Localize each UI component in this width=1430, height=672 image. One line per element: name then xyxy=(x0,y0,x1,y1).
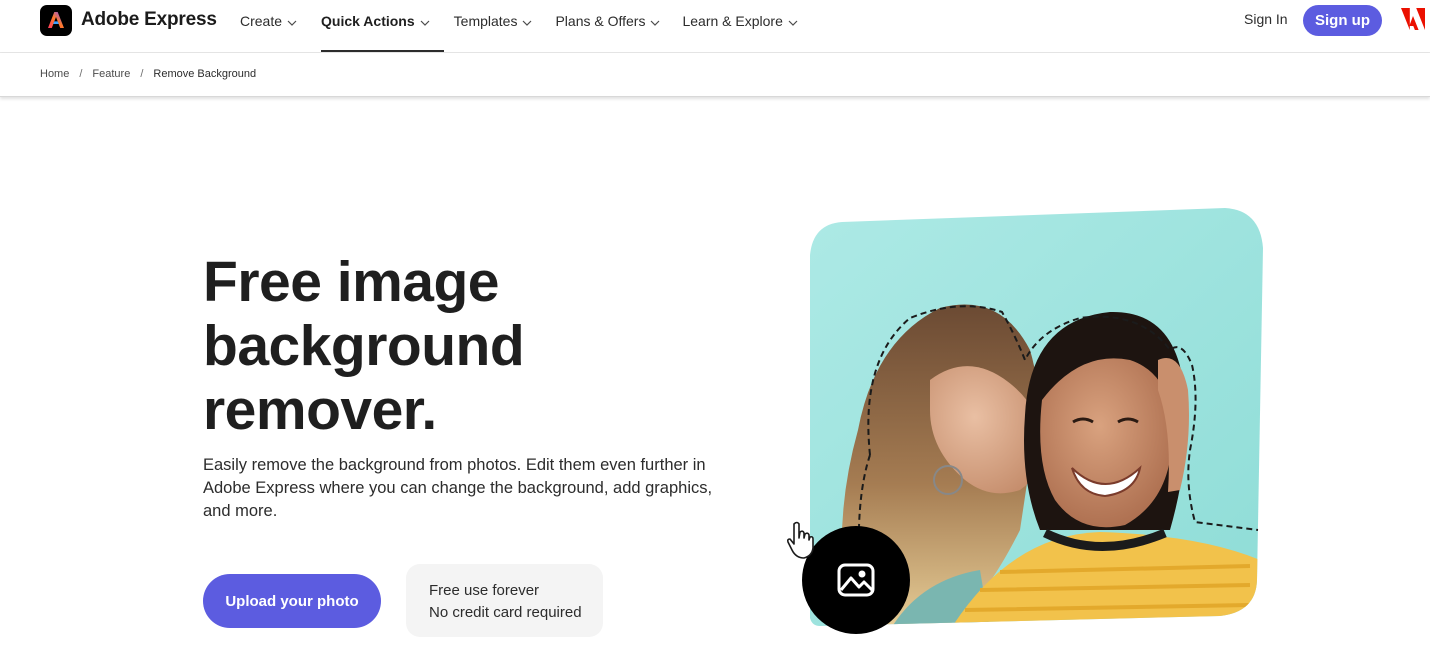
breadcrumb-separator: / xyxy=(140,68,144,80)
breadcrumb-home[interactable]: Home xyxy=(40,68,69,80)
brand[interactable]: Adobe Express xyxy=(40,4,217,36)
breadcrumb-current: Remove Background xyxy=(153,68,257,80)
chevron-down-icon xyxy=(287,13,297,29)
nav-item-learn-explore[interactable]: Learn & Explore xyxy=(682,0,798,41)
nav-item-label: Plans & Offers xyxy=(555,12,646,29)
image-icon xyxy=(837,563,875,597)
perks-box: Free use forever No credit card required xyxy=(406,564,603,637)
breadcrumb-separator: / xyxy=(79,68,83,80)
adobe-logo-icon[interactable] xyxy=(1401,8,1425,30)
upload-photo-button[interactable]: Upload your photo xyxy=(203,574,381,628)
adobe-express-logo-icon xyxy=(40,4,72,36)
top-nav: Adobe Express Create Quick Actions Templ… xyxy=(0,0,1430,53)
nav-item-quick-actions[interactable]: Quick Actions xyxy=(321,0,444,52)
breadcrumb-feature[interactable]: Feature xyxy=(92,68,130,80)
nav-item-label: Quick Actions xyxy=(321,12,415,29)
chevron-down-icon xyxy=(522,13,532,29)
hero-description: Easily remove the background from photos… xyxy=(203,456,713,520)
nav-item-label: Create xyxy=(240,12,283,29)
main-nav: Create Quick Actions Templates Plans & O… xyxy=(240,0,798,52)
hero-title-line: background xyxy=(203,314,525,378)
hand-cursor-icon xyxy=(786,520,818,560)
nav-item-templates[interactable]: Templates xyxy=(454,0,533,41)
breadcrumb-bar: Home / Feature / Remove Background xyxy=(0,53,1430,97)
breadcrumb: Home / Feature / Remove Background xyxy=(40,68,256,80)
hero-title-line: remover. xyxy=(203,378,437,442)
chevron-down-icon xyxy=(650,13,660,29)
nav-item-plans-offers[interactable]: Plans & Offers xyxy=(555,0,660,41)
chevron-down-icon xyxy=(788,13,798,29)
hero-title: Free image background remover. xyxy=(203,250,643,442)
brand-name: Adobe Express xyxy=(81,9,217,30)
hero-title-line: Free image xyxy=(203,250,499,314)
nav-item-label: Learn & Explore xyxy=(682,12,783,29)
sign-in-link[interactable]: Sign In xyxy=(1244,11,1288,27)
perk-item: No credit card required xyxy=(429,604,582,621)
nav-item-create[interactable]: Create xyxy=(240,0,297,41)
chevron-down-icon xyxy=(420,13,430,29)
sign-up-button[interactable]: Sign up xyxy=(1303,5,1382,36)
perk-item: Free use forever xyxy=(429,582,540,599)
upload-image-button[interactable] xyxy=(802,526,910,634)
nav-item-label: Templates xyxy=(453,12,518,29)
